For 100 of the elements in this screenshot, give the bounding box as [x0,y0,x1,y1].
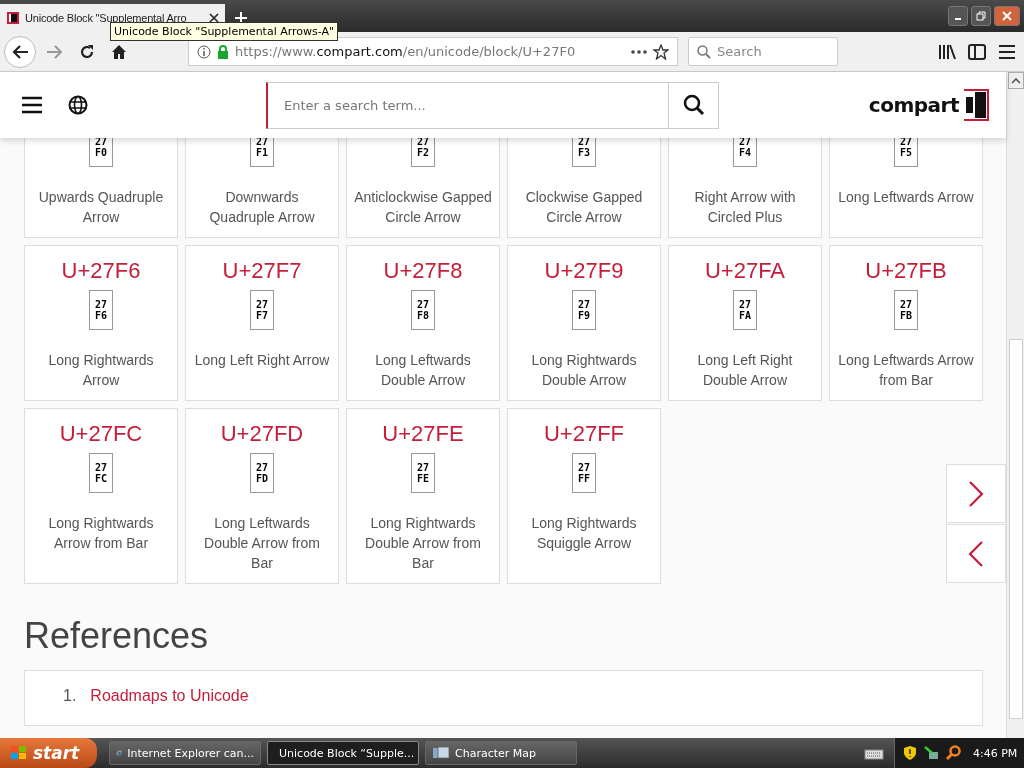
list-number: 1. [63,687,77,705]
character-name: Long Rightwards Arrow [47,351,155,390]
back-button[interactable] [4,35,36,68]
character-card[interactable]: U+27FF 27 FF Long Rightwards Squiggle Arrow [507,408,661,584]
glyph-box: 27 FD [250,453,274,493]
logo-mark-icon [962,89,990,121]
code-point: U+27F8 [383,257,463,285]
network-icon[interactable] [923,745,939,761]
character-name: Long Rightwards Squiggle Arrow [530,514,638,553]
chevron-right-icon [968,479,984,508]
start-button[interactable]: start [0,738,97,768]
menu-icon[interactable] [21,96,43,114]
library-icon[interactable] [938,43,956,60]
reload-icon [79,43,95,60]
glyph-box: 27 FF [572,453,596,493]
star-icon[interactable] [653,43,669,60]
scroll-up-button[interactable] [1007,72,1024,89]
code-point: U+27FB [865,257,947,285]
character-card[interactable]: U+27FC 27 FC Long Rightwards Arrow from Bar [24,408,178,584]
restore-icon [976,11,986,21]
character-card[interactable]: 27 F5 Long Leftwards Arrow [829,138,983,238]
keyboard-icon[interactable] [864,746,884,760]
new-tab-icon[interactable] [234,11,248,25]
code-point: U+27FF [543,420,625,448]
glyph-box: 27 FC [89,453,113,493]
back-arrow-icon [11,43,29,60]
code-point: U+27F7 [222,257,302,285]
character-name: Long Rightwards Double Arrow [530,351,638,390]
character-map-icon [432,746,450,760]
character-card[interactable]: U+27FB 27 FB Long Leftwards Arrow from Bar [829,245,983,401]
character-card[interactable]: U+27FD 27 FD Long Leftwards Double Arrow from Bar [185,408,339,584]
character-name: Long Leftwards Double Arrow from Bar [203,514,321,573]
minimize-button[interactable] [948,6,968,26]
glyph-box: 27 F8 [411,290,435,330]
glyph-box: 27 F6 [89,290,113,330]
info-icon[interactable] [197,44,211,59]
section-heading: References [24,614,210,658]
more-icon[interactable] [631,49,647,54]
reference-link[interactable]: Roadmaps to Unicode [90,687,249,705]
restore-button[interactable] [971,6,991,26]
close-icon [1002,11,1012,21]
globe-icon[interactable] [68,95,88,115]
character-card[interactable]: 27 F2 Anticlockwise Gapped Circle Arrow [346,138,500,238]
character-card[interactable]: 27 F4 Right Arrow with Circled Plus [668,138,822,238]
logo-text: compart [868,93,959,117]
clock: 4:46 PM [973,746,1018,760]
glyph-box: 27 FB [894,290,918,330]
character-card[interactable]: U+27F9 27 F9 Long Rightwards Double Arrow [507,245,661,401]
glyph-box: 27 FA [733,290,757,330]
glyph-box: 27 F4 [733,138,757,167]
character-card[interactable]: U+27F6 27 F6 Long Rightwards Arrow [24,245,178,401]
forward-arrow-icon [46,43,64,60]
shield-icon[interactable] [903,745,917,761]
glyph-box: 27 F3 [572,138,596,167]
search-icon [682,94,705,116]
magnifier-icon[interactable] [945,745,961,761]
menu-icon[interactable] [998,43,1016,60]
sidebar-icon[interactable] [968,43,986,60]
character-name: Long Leftwards Arrow from Bar [837,351,975,390]
windows-logo-icon [10,745,28,761]
taskbar-button[interactable]: Unicode Block “Supple... [267,741,419,765]
caret-icon [1010,77,1021,84]
address-bar[interactable]: https://www.compart.com/en/unicode/block/U+27F0 [188,37,678,66]
search-button[interactable] [669,81,719,129]
chevron-left-icon [968,539,984,568]
code-point: U+27F9 [544,257,624,285]
character-card[interactable]: 27 F3 Clockwise Gapped Circle Arrow [507,138,661,238]
glyph-box: 27 F1 [250,138,274,167]
character-name: Anticlockwise Gapped Circle Arrow [353,188,493,227]
glyph-box: 27 F5 [894,138,918,167]
taskbar-button[interactable]: Internet Explorer can... [109,741,261,765]
character-name: Clockwise Gapped Circle Arrow [524,188,644,227]
character-card[interactable]: 27 F0 Upwards Quadruple Arrow [24,138,178,238]
character-card[interactable]: U+27FA 27 FA Long Left Right Double Arrow [668,245,822,401]
site-favicon-icon [6,11,20,25]
character-name: Downwards Quadruple Arrow [208,188,316,227]
character-name: Long Rightwards Double Arrow from Bar [364,514,482,573]
tooltip: Unicode Block "Supplemental Arrows-A" [110,22,339,41]
glyph-box: 27 F7 [250,290,274,330]
glyph-box: 27 F0 [89,138,113,167]
search-field[interactable]: Search [688,37,838,66]
character-name: Long Leftwards Arrow [838,188,974,207]
character-card[interactable]: U+27FE 27 FE Long Rightwards Double Arrow from Bar [346,408,500,584]
code-point: U+27FE [382,420,464,448]
taskbar-button[interactable]: Character Map [425,741,577,765]
code-point: U+27FA [704,257,786,285]
character-card[interactable]: 27 F1 Downwards Quadruple Arrow [185,138,339,238]
character-card[interactable]: U+27F7 27 F7 Long Left Right Arrow [185,245,339,401]
code-point: U+27FD [220,420,304,448]
close-icon[interactable] [209,13,219,23]
scrollbar-thumb[interactable] [1008,339,1023,719]
character-name: Right Arrow with Circled Plus [693,188,797,227]
code-point: U+27FC [59,420,143,448]
glyph-box: 27 F9 [572,290,596,330]
search-field[interactable]: Enter a search term... [266,81,669,129]
character-card[interactable]: U+27F8 27 F8 Long Leftwards Double Arrow [346,245,500,401]
close-button[interactable] [994,6,1020,26]
lock-icon [217,44,229,59]
home-icon [111,43,127,60]
character-name: Long Left Right Double Arrow [696,351,794,390]
